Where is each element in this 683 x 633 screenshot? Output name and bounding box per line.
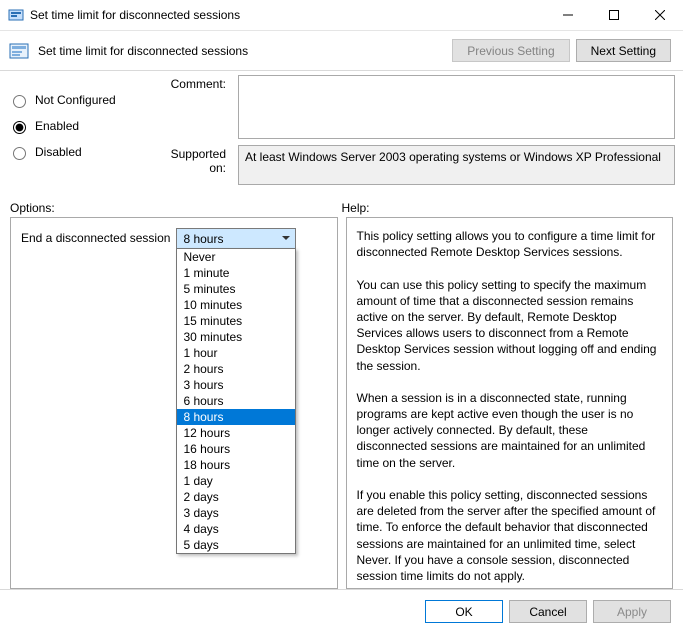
policy-state-area: Not Configured Enabled Disabled Comment:…	[0, 71, 683, 191]
dialog-footer: OK Cancel Apply	[0, 589, 683, 633]
dropdown-option[interactable]: 18 hours	[177, 457, 295, 473]
dropdown-option[interactable]: 3 hours	[177, 377, 295, 393]
dropdown-option[interactable]: 10 minutes	[177, 297, 295, 313]
dropdown-option[interactable]: 2 hours	[177, 361, 295, 377]
previous-setting-button[interactable]: Previous Setting	[452, 39, 569, 62]
dropdown-option[interactable]: 5 days	[177, 537, 295, 553]
dropdown-option[interactable]: 1 minute	[177, 265, 295, 281]
apply-button[interactable]: Apply	[593, 600, 671, 623]
radio-enabled[interactable]: Enabled	[8, 113, 148, 139]
end-session-dropdown-list[interactable]: Never1 minute5 minutes10 minutes15 minut…	[176, 248, 296, 554]
dropdown-option[interactable]: 6 hours	[177, 393, 295, 409]
options-pane: End a disconnected session 8 hours Never…	[10, 217, 338, 589]
dropdown-option[interactable]: 8 hours	[177, 409, 295, 425]
end-session-selected: 8 hours	[183, 232, 223, 246]
policy-icon	[8, 40, 30, 62]
cancel-button[interactable]: Cancel	[509, 600, 587, 623]
comment-textarea[interactable]	[238, 75, 675, 139]
supported-on-label: Supported on:	[154, 145, 238, 185]
dropdown-option[interactable]: 3 days	[177, 505, 295, 521]
dropdown-option[interactable]: 4 days	[177, 521, 295, 537]
radio-not-configured[interactable]: Not Configured	[8, 87, 148, 113]
title-bar: Set time limit for disconnected sessions	[0, 0, 683, 31]
dropdown-option[interactable]: 12 hours	[177, 425, 295, 441]
dropdown-option[interactable]: 5 minutes	[177, 281, 295, 297]
dropdown-option[interactable]: 1 hour	[177, 345, 295, 361]
policy-header: Set time limit for disconnected sessions…	[0, 31, 683, 71]
radio-not-configured-label: Not Configured	[35, 93, 116, 107]
help-text: This policy setting allows you to config…	[357, 228, 663, 584]
comment-label: Comment:	[154, 75, 238, 139]
options-heading: Options:	[10, 201, 342, 215]
policy-title: Set time limit for disconnected sessions	[38, 44, 452, 58]
supported-on-value: At least Windows Server 2003 operating s…	[238, 145, 675, 185]
dropdown-option[interactable]: 16 hours	[177, 441, 295, 457]
dropdown-option[interactable]: Never	[177, 249, 295, 265]
dropdown-option[interactable]: 2 days	[177, 489, 295, 505]
maximize-button[interactable]	[591, 0, 637, 31]
app-icon	[8, 7, 24, 23]
radio-enabled-input[interactable]	[13, 121, 26, 134]
state-radios: Not Configured Enabled Disabled	[8, 75, 148, 191]
radio-disabled[interactable]: Disabled	[8, 139, 148, 165]
end-session-label: End a disconnected session	[21, 228, 170, 578]
radio-enabled-label: Enabled	[35, 119, 79, 133]
dropdown-option[interactable]: 1 day	[177, 473, 295, 489]
radio-disabled-label: Disabled	[35, 145, 82, 159]
minimize-button[interactable]	[545, 0, 591, 31]
ok-button[interactable]: OK	[425, 600, 503, 623]
dropdown-option[interactable]: 30 minutes	[177, 329, 295, 345]
end-session-dropdown[interactable]: 8 hours	[176, 228, 296, 249]
window-title: Set time limit for disconnected sessions	[30, 8, 545, 22]
close-button[interactable]	[637, 0, 683, 31]
dropdown-option[interactable]: 15 minutes	[177, 313, 295, 329]
radio-not-configured-input[interactable]	[13, 95, 26, 108]
help-pane: This policy setting allows you to config…	[346, 217, 674, 589]
next-setting-button[interactable]: Next Setting	[576, 39, 671, 62]
radio-disabled-input[interactable]	[13, 147, 26, 160]
help-heading: Help:	[342, 201, 674, 215]
